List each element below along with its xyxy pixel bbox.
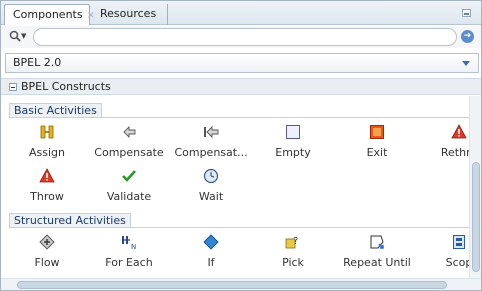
palette-item-for-each[interactable]: N For Each xyxy=(89,234,169,269)
palette-item-wait[interactable]: Wait xyxy=(171,168,251,203)
svg-text:N: N xyxy=(131,243,136,250)
collapse-toggle-icon[interactable] xyxy=(9,83,17,91)
throw-icon xyxy=(39,168,55,183)
rethrow-icon xyxy=(451,124,467,139)
for-each-icon: N xyxy=(122,236,136,250)
palette-item-label: Empty xyxy=(275,146,311,159)
validate-icon xyxy=(122,170,136,182)
palette-item-label: Flow xyxy=(34,256,60,269)
minimize-icon[interactable] xyxy=(462,9,471,17)
exit-icon xyxy=(370,125,384,139)
language-select[interactable]: BPEL 2.0 xyxy=(5,53,479,73)
palette-item-label: Exit xyxy=(366,146,388,159)
empty-icon xyxy=(286,125,300,139)
pick-icon: ? xyxy=(285,236,298,249)
if-icon xyxy=(203,234,219,250)
palette-item-label: If xyxy=(207,256,215,269)
group-label-basic-activities: Basic Activities xyxy=(9,103,102,117)
palette-item-repeat-until[interactable]: Repeat Until xyxy=(337,234,417,269)
palette-item-if[interactable]: If xyxy=(171,234,251,269)
search-options-dropdown-icon[interactable]: ▼ xyxy=(21,32,26,40)
palette-item-label: Rethro xyxy=(440,146,469,159)
repeat-until-icon xyxy=(370,235,384,249)
palette-item-label: Wait xyxy=(198,190,224,203)
palette-item-scope[interactable]: Scop xyxy=(419,234,469,269)
scope-icon xyxy=(453,235,465,249)
language-select-value: BPEL 2.0 xyxy=(13,56,62,69)
tab-components-label: Components xyxy=(13,8,83,21)
palette-item-rethrow[interactable]: Rethro xyxy=(419,124,469,159)
search-icon[interactable] xyxy=(9,30,21,42)
palette-content: Basic Activities Assign Compensate Compe… xyxy=(1,96,469,278)
flow-icon xyxy=(39,234,55,250)
palette-item-label: For Each xyxy=(105,256,153,269)
section-header-bpel-constructs[interactable]: BPEL Constructs xyxy=(1,78,481,95)
palette-item-label: Compensate xyxy=(94,146,164,159)
palette-item-label: Scop xyxy=(445,256,469,269)
palette-item-label: Assign xyxy=(29,146,65,159)
compensate-icon xyxy=(123,125,136,139)
tab-components[interactable]: Components × xyxy=(4,4,95,25)
group-divider xyxy=(9,227,469,228)
palette-item-flow[interactable]: Flow xyxy=(7,234,87,269)
palette-item-label: Throw xyxy=(30,190,64,203)
horizontal-scrollbar[interactable] xyxy=(1,278,481,290)
palette-item-label: Pick xyxy=(282,256,304,269)
horizontal-scrollbar-thumb[interactable] xyxy=(17,281,447,289)
compensate-scope-icon xyxy=(204,125,219,139)
palette-item-compensate[interactable]: Compensate xyxy=(89,124,169,159)
palette-item-validate[interactable]: Validate xyxy=(89,168,169,203)
palette-item-compensate-scope[interactable]: Compensat... xyxy=(171,124,251,159)
tab-resources-label: Resources xyxy=(100,7,157,20)
search-bar: ▼ ➜ xyxy=(1,26,481,48)
vertical-scrollbar[interactable] xyxy=(469,96,481,278)
chevron-down-icon xyxy=(462,61,470,66)
tab-resources[interactable]: Resources xyxy=(92,4,168,25)
palette-item-exit[interactable]: Exit xyxy=(337,124,417,159)
section-title: BPEL Constructs xyxy=(21,80,111,93)
palette-item-throw[interactable]: Throw xyxy=(7,168,87,203)
group-label-structured-activities: Structured Activities xyxy=(9,213,131,227)
component-palette: Components × Resources ▼ ➜ BPEL 2.0 BPEL … xyxy=(0,0,482,291)
palette-item-label: Compensat... xyxy=(174,146,248,159)
wait-icon xyxy=(203,168,219,184)
palette-item-empty[interactable]: Empty xyxy=(253,124,333,159)
palette-item-assign[interactable]: Assign xyxy=(7,124,87,159)
vertical-scrollbar-thumb[interactable] xyxy=(472,162,480,272)
palette-item-label: Validate xyxy=(106,190,152,203)
search-input[interactable] xyxy=(33,28,457,46)
tab-bar: Components × Resources xyxy=(1,1,481,25)
palette-item-pick[interactable]: ? Pick xyxy=(253,234,333,269)
search-go-button[interactable]: ➜ xyxy=(461,30,474,43)
group-divider xyxy=(9,117,469,118)
palette-item-label: Repeat Until xyxy=(343,256,411,269)
assign-icon xyxy=(40,125,54,139)
svg-text:?: ? xyxy=(293,236,298,247)
